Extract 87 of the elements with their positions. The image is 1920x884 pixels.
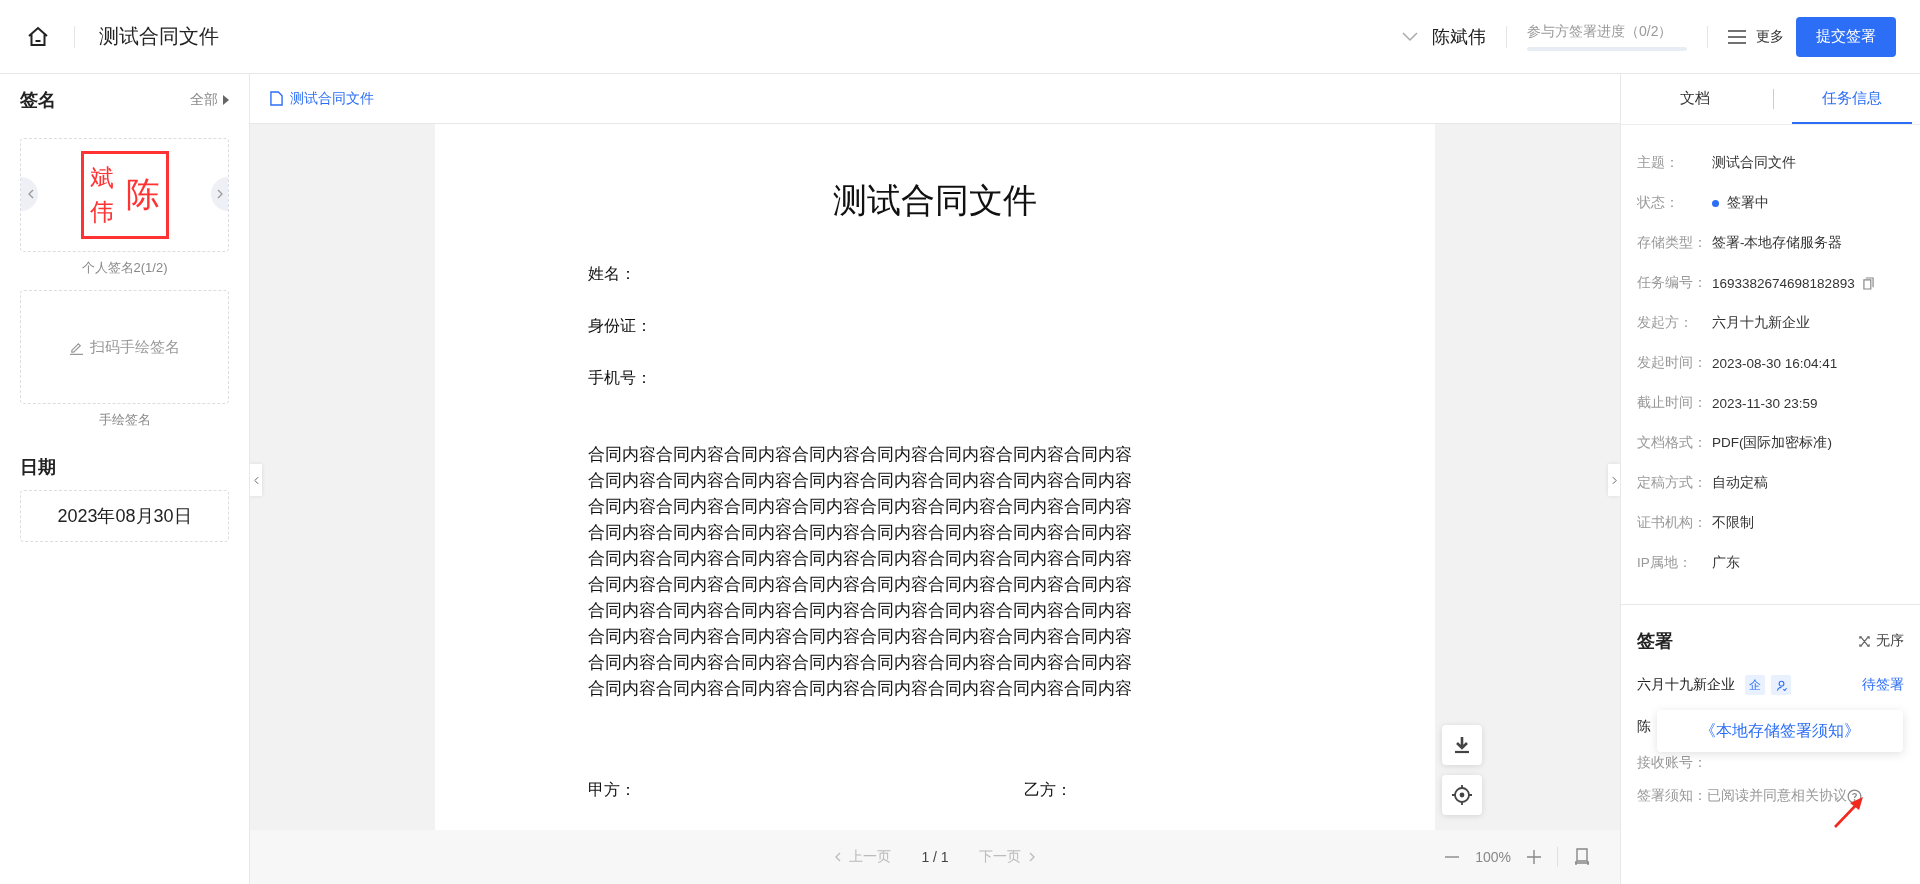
info-value: 不限制	[1712, 514, 1754, 532]
notice-label: 签署须知：	[1637, 787, 1707, 805]
party-label: 乙方：	[1024, 780, 1072, 800]
home-icon[interactable]	[26, 24, 50, 49]
collapse-left-handle[interactable]	[250, 464, 262, 496]
info-label: 定稿方式：	[1637, 474, 1708, 492]
page-title: 测试合同文件	[832, 181, 1038, 221]
info-value: 签署-本地存储服务器	[1712, 234, 1843, 252]
section-title: 日期	[20, 456, 57, 479]
locate-button[interactable]	[1442, 775, 1482, 815]
contract-text: 合同内容合同内容合同内容合同内容合同内容合同内容合同内容合同内容	[588, 678, 1133, 700]
signature-card[interactable]: 扫码手绘签名	[20, 290, 229, 404]
panel-tab[interactable]: 文档	[1635, 74, 1755, 124]
info-label: 状态：	[1637, 194, 1680, 212]
signature-caption: 个人签名2(1/2)	[80, 259, 169, 277]
chevron-left-icon	[835, 852, 842, 862]
chevron-right-icon	[217, 189, 223, 199]
page-indicator: 1 / 1	[921, 849, 949, 865]
contract-text: 合同内容合同内容合同内容合同内容合同内容合同内容合同内容合同内容	[588, 470, 1133, 492]
chevron-down-icon[interactable]	[1402, 31, 1418, 42]
zoom-in-icon[interactable]	[1527, 850, 1541, 864]
contract-text: 合同内容合同内容合同内容合同内容合同内容合同内容合同内容合同内容	[588, 444, 1133, 466]
copy-icon[interactable]	[1862, 276, 1874, 290]
contract-text: 合同内容合同内容合同内容合同内容合同内容合同内容合同内容合同内容	[588, 522, 1133, 544]
contract-text: 合同内容合同内容合同内容合同内容合同内容合同内容合同内容合同内容	[588, 496, 1133, 518]
print-icon[interactable]	[1574, 848, 1590, 866]
info-label: 任务编号：	[1637, 274, 1708, 292]
info-label: 截止时间：	[1637, 394, 1708, 412]
caret-icon	[223, 95, 229, 105]
chevron-left-icon	[28, 189, 34, 199]
contract-text: 合同内容合同内容合同内容合同内容合同内容合同内容合同内容合同内容	[588, 626, 1133, 648]
info-value: 2023-11-30 23:59	[1712, 395, 1818, 411]
submit-button[interactable]: 提交签署	[1796, 16, 1896, 57]
contract-text: 合同内容合同内容合同内容合同内容合同内容合同内容合同内容合同内容	[588, 574, 1133, 596]
zoom-level: 100%	[1475, 849, 1511, 865]
document-tab[interactable]: 测试合同文件	[270, 89, 374, 108]
notice-link[interactable]: 《本地存储签署须知》	[1700, 720, 1860, 742]
info-value: 广东	[1712, 554, 1740, 572]
party-name: 六月十九新企业	[1637, 676, 1735, 694]
section-title: 签署	[1637, 630, 1673, 653]
signer-name: 陈	[1637, 718, 1651, 736]
info-label: 发起方：	[1637, 314, 1694, 332]
contract-text: 合同内容合同内容合同内容合同内容合同内容合同内容合同内容合同内容	[588, 600, 1133, 622]
info-label: IP属地：	[1637, 554, 1693, 572]
chevron-right-icon	[1028, 852, 1035, 862]
document-title: 测试合同文件	[99, 24, 219, 49]
date-field[interactable]: 2023年08月30日	[20, 490, 229, 542]
enterprise-badge: 企	[1745, 675, 1765, 695]
download-button[interactable]	[1442, 725, 1482, 765]
download-icon	[1452, 735, 1472, 755]
help-icon[interactable]	[1847, 788, 1862, 804]
info-value: 自动定稿	[1712, 474, 1768, 492]
account-label: 接收账号：	[1637, 754, 1707, 772]
info-value: 2023-08-30 16:04:41	[1712, 355, 1838, 371]
contract-text: 合同内容合同内容合同内容合同内容合同内容合同内容合同内容合同内容	[588, 652, 1133, 674]
contract-text: 合同内容合同内容合同内容合同内容合同内容合同内容合同内容合同内容	[588, 548, 1133, 570]
more-link[interactable]: 更多	[1756, 27, 1784, 46]
info-value: 测试合同文件	[1712, 154, 1796, 172]
crosshair-icon	[1451, 784, 1473, 806]
notice-text: 已阅读并同意相关协议	[1707, 787, 1847, 805]
person-badge	[1771, 675, 1791, 695]
file-icon	[270, 91, 283, 106]
info-label: 文档格式：	[1637, 434, 1708, 452]
form-field-label: 姓名：	[588, 264, 637, 284]
signature-caption: 手绘签名	[97, 411, 152, 429]
progress-label: 参与方签署进度（0/2）	[1527, 22, 1674, 41]
menu-icon[interactable]	[1728, 29, 1746, 44]
panel-tab[interactable]: 任务信息	[1792, 74, 1912, 124]
shuffle-icon	[1859, 635, 1870, 647]
user-name: 陈斌伟	[1432, 25, 1486, 49]
all-link[interactable]: 全部	[190, 91, 229, 109]
pending-status-link[interactable]: 待签署	[1862, 676, 1904, 694]
info-value: PDF(国际加密标准)	[1712, 434, 1832, 452]
info-label: 发起时间：	[1637, 354, 1708, 372]
info-label: 主题：	[1637, 154, 1680, 172]
info-value: 六月十九新企业	[1712, 314, 1810, 332]
party-label: 甲方：	[588, 780, 636, 800]
form-field-label: 手机号：	[588, 368, 653, 388]
section-title: 签名	[20, 89, 56, 112]
collapse-right-handle[interactable]	[1608, 464, 1620, 496]
info-label: 证书机构：	[1637, 514, 1708, 532]
scan-signature-button[interactable]: 扫码手绘签名	[69, 337, 180, 357]
info-value: 1693382674698182893	[1712, 275, 1855, 291]
order-toggle[interactable]: 无序	[1859, 632, 1904, 650]
info-value: 签署中	[1727, 194, 1769, 212]
form-field-label: 身份证：	[588, 316, 653, 336]
info-label: 存储类型：	[1637, 234, 1708, 252]
